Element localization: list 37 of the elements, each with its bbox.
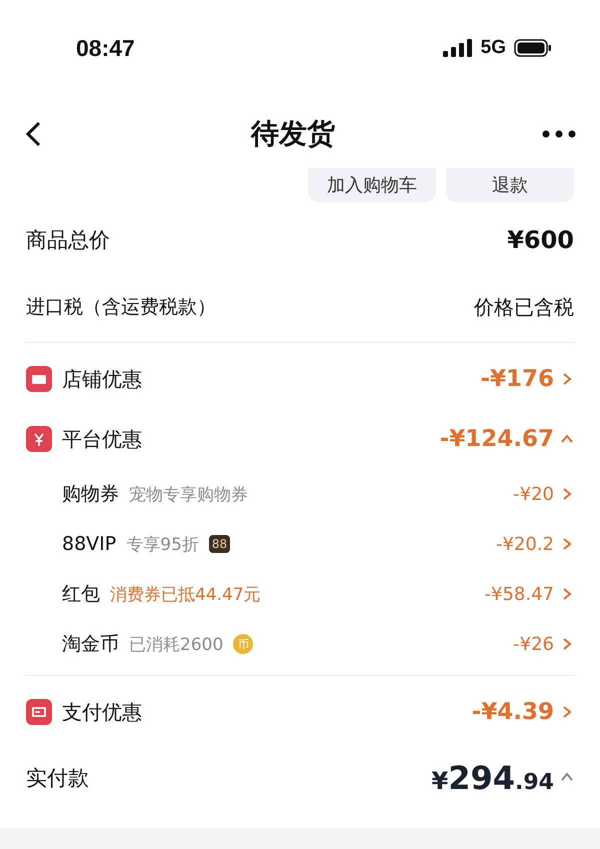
discount-note: 消费券已抵44.47元 — [110, 584, 261, 606]
coin-icon: 币 — [233, 634, 254, 654]
more-button[interactable] — [542, 130, 576, 138]
signal-icon — [442, 39, 473, 57]
summary-value: ¥600 — [507, 226, 574, 254]
action-button[interactable]: 退款 — [446, 168, 574, 202]
vip-badge: 88 — [208, 535, 230, 553]
action-button[interactable]: 加入购物车 — [308, 168, 436, 202]
discount-item-amount: -¥58.47 — [484, 584, 554, 604]
discount-item-amount: -¥20 — [513, 484, 554, 504]
page-title: 待发货 — [251, 116, 335, 152]
discount-item-label: 红包 — [62, 582, 100, 607]
status-time: 08:47 — [76, 34, 135, 62]
discount-amount: -¥4.39 — [472, 699, 554, 725]
discount-note: 宠物专享购物券 — [129, 484, 248, 506]
discount-amount: -¥176 — [480, 366, 554, 392]
network-label: 5G — [480, 37, 506, 59]
discount-item-label: 88VIP — [62, 533, 116, 555]
discount-item-label: 淘金币 — [62, 632, 119, 657]
discount-amount: -¥124.67 — [440, 426, 554, 452]
discount-label: 店铺优惠 — [62, 366, 142, 392]
card-icon — [26, 699, 52, 725]
summary-label: 商品总价 — [26, 227, 110, 254]
discount-label: 平台优惠 — [62, 426, 142, 452]
discount-note: 专享95折 — [126, 534, 199, 556]
summary-label: 进口税（含运费税款） — [26, 295, 216, 320]
collapse-icon — [560, 770, 574, 784]
total-label: 实付款 — [26, 765, 89, 792]
yen-icon — [26, 426, 52, 452]
discount-note: 已消耗2600 — [129, 634, 224, 656]
discount-item-amount: -¥20.2 — [496, 534, 554, 554]
discount-item-label: 购物券 — [62, 482, 119, 507]
discount-item-amount: -¥26 — [513, 634, 554, 654]
discount-label: 支付优惠 — [62, 698, 142, 726]
total-amount: ¥294.94 — [432, 759, 554, 797]
summary-value: 价格已含税 — [474, 294, 574, 320]
battery-icon — [514, 39, 552, 57]
